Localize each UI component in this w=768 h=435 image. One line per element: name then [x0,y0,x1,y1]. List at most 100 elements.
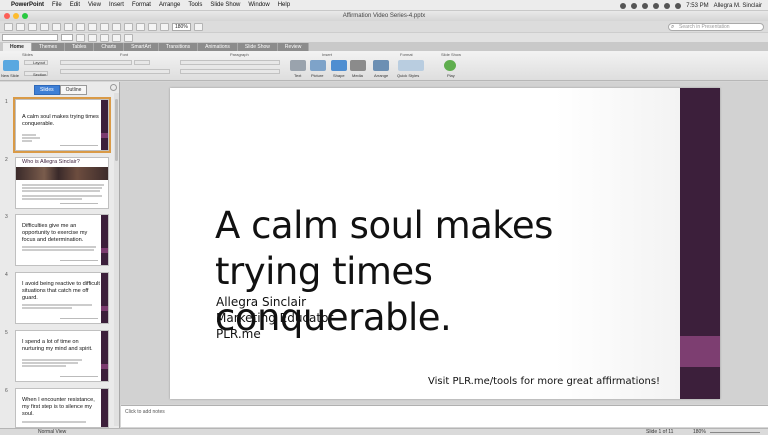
menu-view[interactable]: View [88,2,101,8]
align-center-icon[interactable] [124,33,133,42]
underline-icon[interactable] [100,33,109,42]
tab-charts[interactable]: Charts [94,43,125,51]
close-window-button[interactable] [4,13,10,19]
tab-transitions[interactable]: Transitions [158,43,199,51]
slide-thumbnail-4[interactable]: I avoid being reactive to difficult situ… [15,272,109,324]
new-slide-icon[interactable] [3,60,19,71]
tab-review[interactable]: Review [277,43,310,51]
font-family-dropdown[interactable] [60,60,132,65]
mac-menubar: PowerPoint File Edit View Insert Format … [0,0,768,11]
slide-footer[interactable]: Visit PLR.me/tools for more great affirm… [428,376,660,387]
play-icon[interactable] [444,60,456,71]
quick-styles-icon[interactable] [398,60,424,71]
format-painter-icon[interactable] [100,22,109,31]
zoom-slider[interactable] [710,432,760,433]
close-pane-icon[interactable] [110,84,117,91]
paragraph-buttons-top[interactable] [180,60,280,65]
slide-thumbnail-2[interactable]: Who is Allegra Sinclair? [15,157,109,209]
tab-slide-show[interactable]: Slide Show [237,43,278,51]
gallery-icon[interactable] [136,22,145,31]
current-slide[interactable]: A calm soul makes trying times conquerab… [170,88,720,399]
arrange-label[interactable]: Arrange [374,73,388,78]
menu-slide-show[interactable]: Slide Show [210,2,240,8]
import-icon[interactable] [64,22,73,31]
media-label[interactable]: Media [352,73,363,78]
templates-icon[interactable] [16,22,25,31]
shape-label[interactable]: Shape [333,73,345,78]
search-input[interactable]: ⌕ Search in Presentation [668,23,764,31]
tab-tables[interactable]: Tables [64,43,95,51]
zoom-field[interactable]: 180% [172,22,191,31]
menu-window[interactable]: Window [248,2,269,8]
align-left-icon[interactable] [112,33,121,42]
section-label[interactable]: Section [33,72,46,77]
menu-arrange[interactable]: Arrange [159,2,180,8]
bold-icon[interactable] [76,33,85,42]
open-icon[interactable] [28,22,37,31]
sync-icon[interactable] [631,2,638,9]
slide-role[interactable]: Marketing Educator [216,311,333,325]
media-icon[interactable] [350,60,366,71]
pane-scroll-thumb[interactable] [115,99,118,161]
menubar-user[interactable]: Allegra M. Sinclair [714,3,762,9]
tab-outline[interactable]: Outline [59,85,88,95]
battery-icon[interactable] [675,2,682,9]
menu-powerpoint[interactable]: PowerPoint [11,2,44,8]
media-browser-icon[interactable] [160,22,169,31]
new-icon[interactable] [4,22,13,31]
slide-author[interactable]: Allegra Sinclair [216,295,306,309]
shape-icon[interactable] [331,60,347,71]
thumb-body-line [22,307,72,309]
slide-thumbnail-6[interactable]: When I encounter resistance, my first st… [15,388,109,428]
tab-home[interactable]: Home [3,43,32,51]
bluetooth-icon[interactable] [642,2,649,9]
italic-icon[interactable] [88,33,97,42]
thumb-footer [60,376,98,377]
wifi-icon[interactable] [653,2,660,9]
volume-icon[interactable] [664,2,671,9]
tab-animations[interactable]: Animations [198,43,238,51]
notes-pane[interactable]: Click to add notes [121,405,768,427]
status-bar: Normal View Slide 1 of 11 180% [0,428,768,435]
text-box-icon[interactable] [290,60,306,71]
quick-styles-label[interactable]: Quick Styles [397,73,419,78]
picture-label[interactable]: Picture [311,73,323,78]
new-slide-label[interactable]: New Slide [1,73,19,78]
slide-site[interactable]: PLR.me [216,327,261,341]
thumb-body-line [22,187,102,189]
font-size-field[interactable] [61,34,73,41]
help-icon[interactable] [193,22,203,31]
menu-insert[interactable]: Insert [109,2,124,8]
paste-icon[interactable] [88,22,97,31]
minimize-window-button[interactable] [13,13,19,19]
menu-edit[interactable]: Edit [70,2,80,8]
play-label[interactable]: Play [447,73,455,78]
layout-label[interactable]: Layout [33,60,45,65]
font-style-buttons[interactable] [60,69,170,74]
redo-icon[interactable] [124,22,133,31]
tab-slides[interactable]: Slides [34,85,60,95]
slide-thumbnail-1[interactable]: A calm soul makes trying times conquerab… [13,97,111,153]
menu-help[interactable]: Help [278,2,290,8]
tab-themes[interactable]: Themes [31,43,65,51]
arrange-icon[interactable] [373,60,389,71]
text-label[interactable]: Text [294,73,301,78]
copy-icon[interactable] [76,22,85,31]
paragraph-buttons-bottom[interactable] [180,69,280,74]
font-size-dropdown[interactable] [134,60,150,65]
print-icon[interactable] [52,22,61,31]
slide-thumbnail-5[interactable]: I spend a lot of time on nurturing my mi… [15,330,109,382]
tab-smartart[interactable]: SmartArt [124,43,159,51]
dropbox-icon[interactable] [620,2,627,9]
menu-file[interactable]: File [52,2,62,8]
picture-icon[interactable] [310,60,326,71]
menu-format[interactable]: Format [132,2,151,8]
menu-tools[interactable]: Tools [188,2,202,8]
slide-thumbnail-3[interactable]: Difficulties give me an opportunity to e… [15,214,109,266]
sidebar-toggle-icon[interactable] [148,22,157,31]
zoom-window-button[interactable] [22,13,28,19]
menubar-clock[interactable]: 7:53 PM [686,3,708,9]
font-name-field[interactable] [2,34,58,41]
save-icon[interactable] [40,22,49,31]
undo-icon[interactable] [112,22,121,31]
